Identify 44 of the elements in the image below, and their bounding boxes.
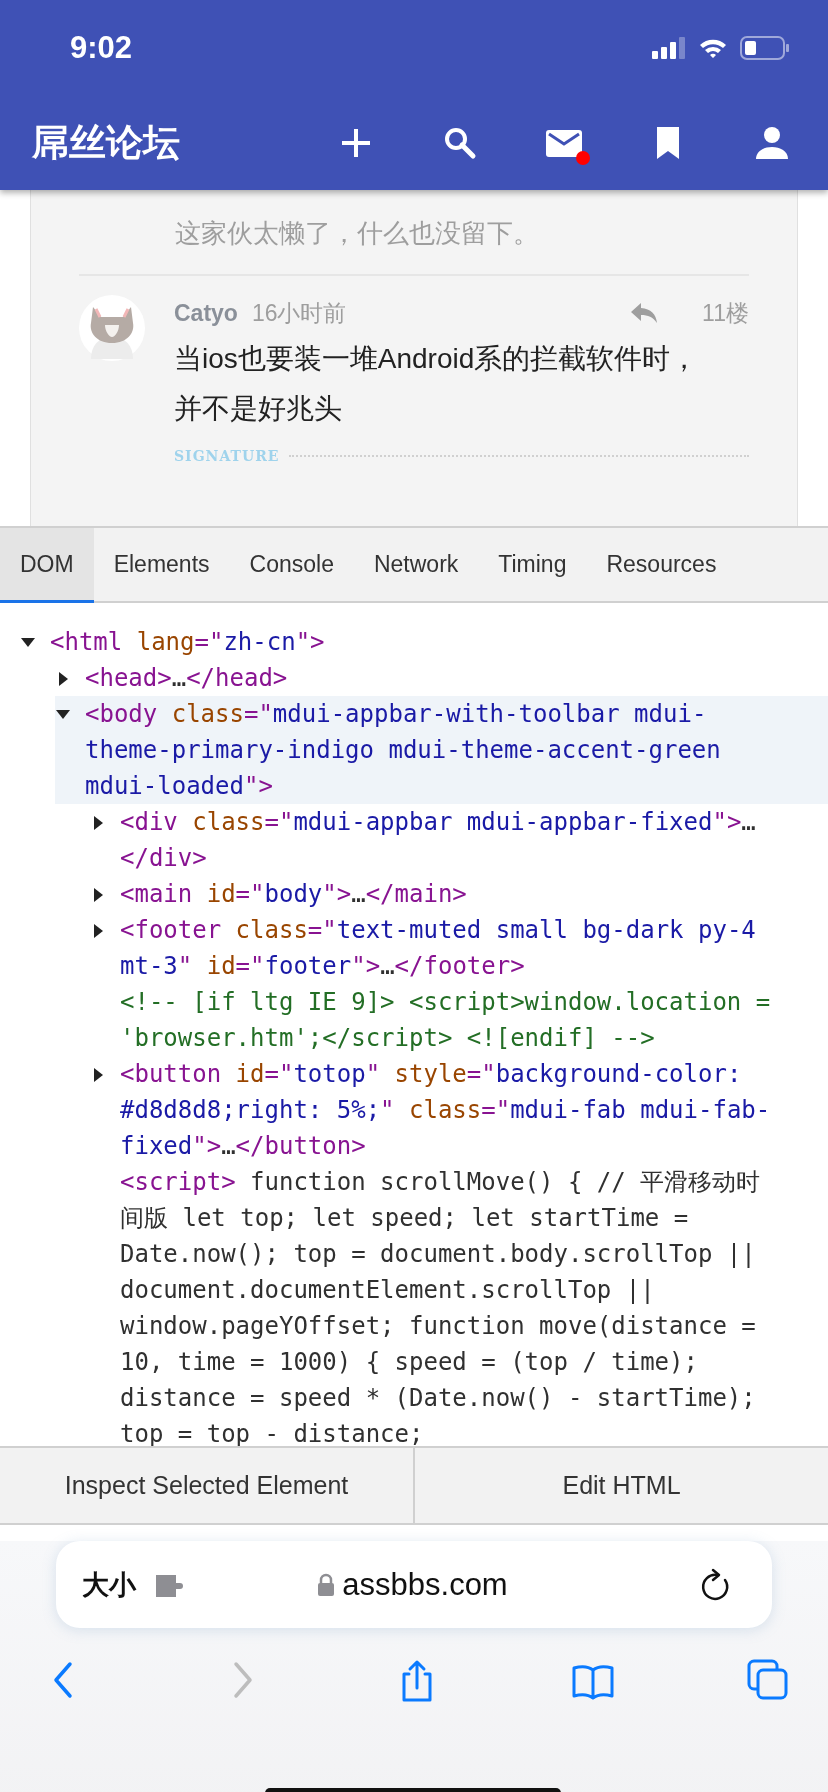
devtools-tab[interactable]: Elements bbox=[93, 528, 230, 603]
code-line: 间版 let top; let speed; let startTime = bbox=[120, 1203, 690, 1234]
code-line: </div> bbox=[120, 843, 208, 874]
code-line: <div class="mdui-appbar mdui-appbar-fixed">… bbox=[120, 807, 756, 838]
lock-icon bbox=[318, 1572, 335, 1597]
tabs-icon[interactable] bbox=[746, 1658, 790, 1702]
account-icon[interactable] bbox=[754, 124, 790, 161]
signature-label: SIGNATURE bbox=[174, 448, 280, 464]
code-line: Date.now(); top = document.body.scrollTop || bbox=[120, 1239, 757, 1270]
devtools-tab[interactable]: DOM bbox=[0, 528, 94, 603]
devtools-tab[interactable]: Timing bbox=[478, 528, 587, 603]
code-line: 10, time = 1000) { speed = (top / time); bbox=[120, 1347, 699, 1378]
code-line: <button id="totop" style="background-color: bbox=[120, 1059, 743, 1090]
code-line: <main id="body">…</main> bbox=[120, 879, 467, 910]
code-line: <head>…</head> bbox=[85, 663, 288, 694]
signature-text: 这家伙太懒了，什么也没留下。 bbox=[175, 218, 539, 248]
devtools-tab[interactable]: Console bbox=[229, 528, 354, 603]
code-line: #d8d8d8;right: 5%;" class="mdui-fab mdui-fab- bbox=[120, 1095, 771, 1126]
floor-number: 11楼 bbox=[702, 298, 749, 328]
post-time: 16小时前 bbox=[251, 298, 348, 328]
text-size-button[interactable]: 大小 bbox=[82, 1566, 136, 1603]
forum-title: 屌丝论坛 bbox=[32, 120, 181, 165]
code-line: mt-3" id="footer">…</footer> bbox=[120, 951, 526, 982]
code-line: mdui-loaded"> bbox=[85, 771, 274, 802]
signal-icon bbox=[652, 36, 686, 59]
code-line: distance = speed * (Date.now() - startTime); bbox=[120, 1383, 757, 1414]
address-field[interactable]: assbbs.com bbox=[342, 1566, 508, 1603]
code-line: <html lang="zh-cn"> bbox=[50, 627, 325, 658]
code-line: window.pageYOffset; function move(distance = bbox=[120, 1311, 757, 1342]
status-time: 9:02 bbox=[70, 29, 134, 66]
toolbar-button[interactable]: Inspect Selected Element bbox=[0, 1448, 413, 1523]
code-line: <script> function scrollMove() { // 平滑移动时 bbox=[120, 1167, 761, 1198]
code-line: 'browser.htm';</script> <![endif] --> bbox=[120, 1023, 656, 1054]
code-line: fixed">…</button> bbox=[120, 1131, 367, 1162]
code-line: document.documentElement.scrollTop || bbox=[120, 1275, 656, 1306]
toolbar-button[interactable]: Edit HTML bbox=[413, 1448, 828, 1523]
devtools-tab[interactable]: Network bbox=[353, 528, 479, 603]
devtools-tab[interactable]: Resources bbox=[586, 528, 737, 603]
battery-icon bbox=[740, 35, 790, 60]
code-line: <!-- [if ltg IE 9]> <script>window.location = bbox=[120, 987, 771, 1018]
comment-text: 当ios也要装一堆Android系的拦截软件时，并不是好兆头 bbox=[174, 342, 700, 426]
code-line: <body class="mdui-appbar-with-toolbar mdui- bbox=[85, 699, 708, 730]
code-line: theme-primary-indigo mdui-theme-accent-green bbox=[85, 735, 721, 766]
code-line: <footer class="text-muted small bg-dark py-4 bbox=[120, 915, 756, 946]
